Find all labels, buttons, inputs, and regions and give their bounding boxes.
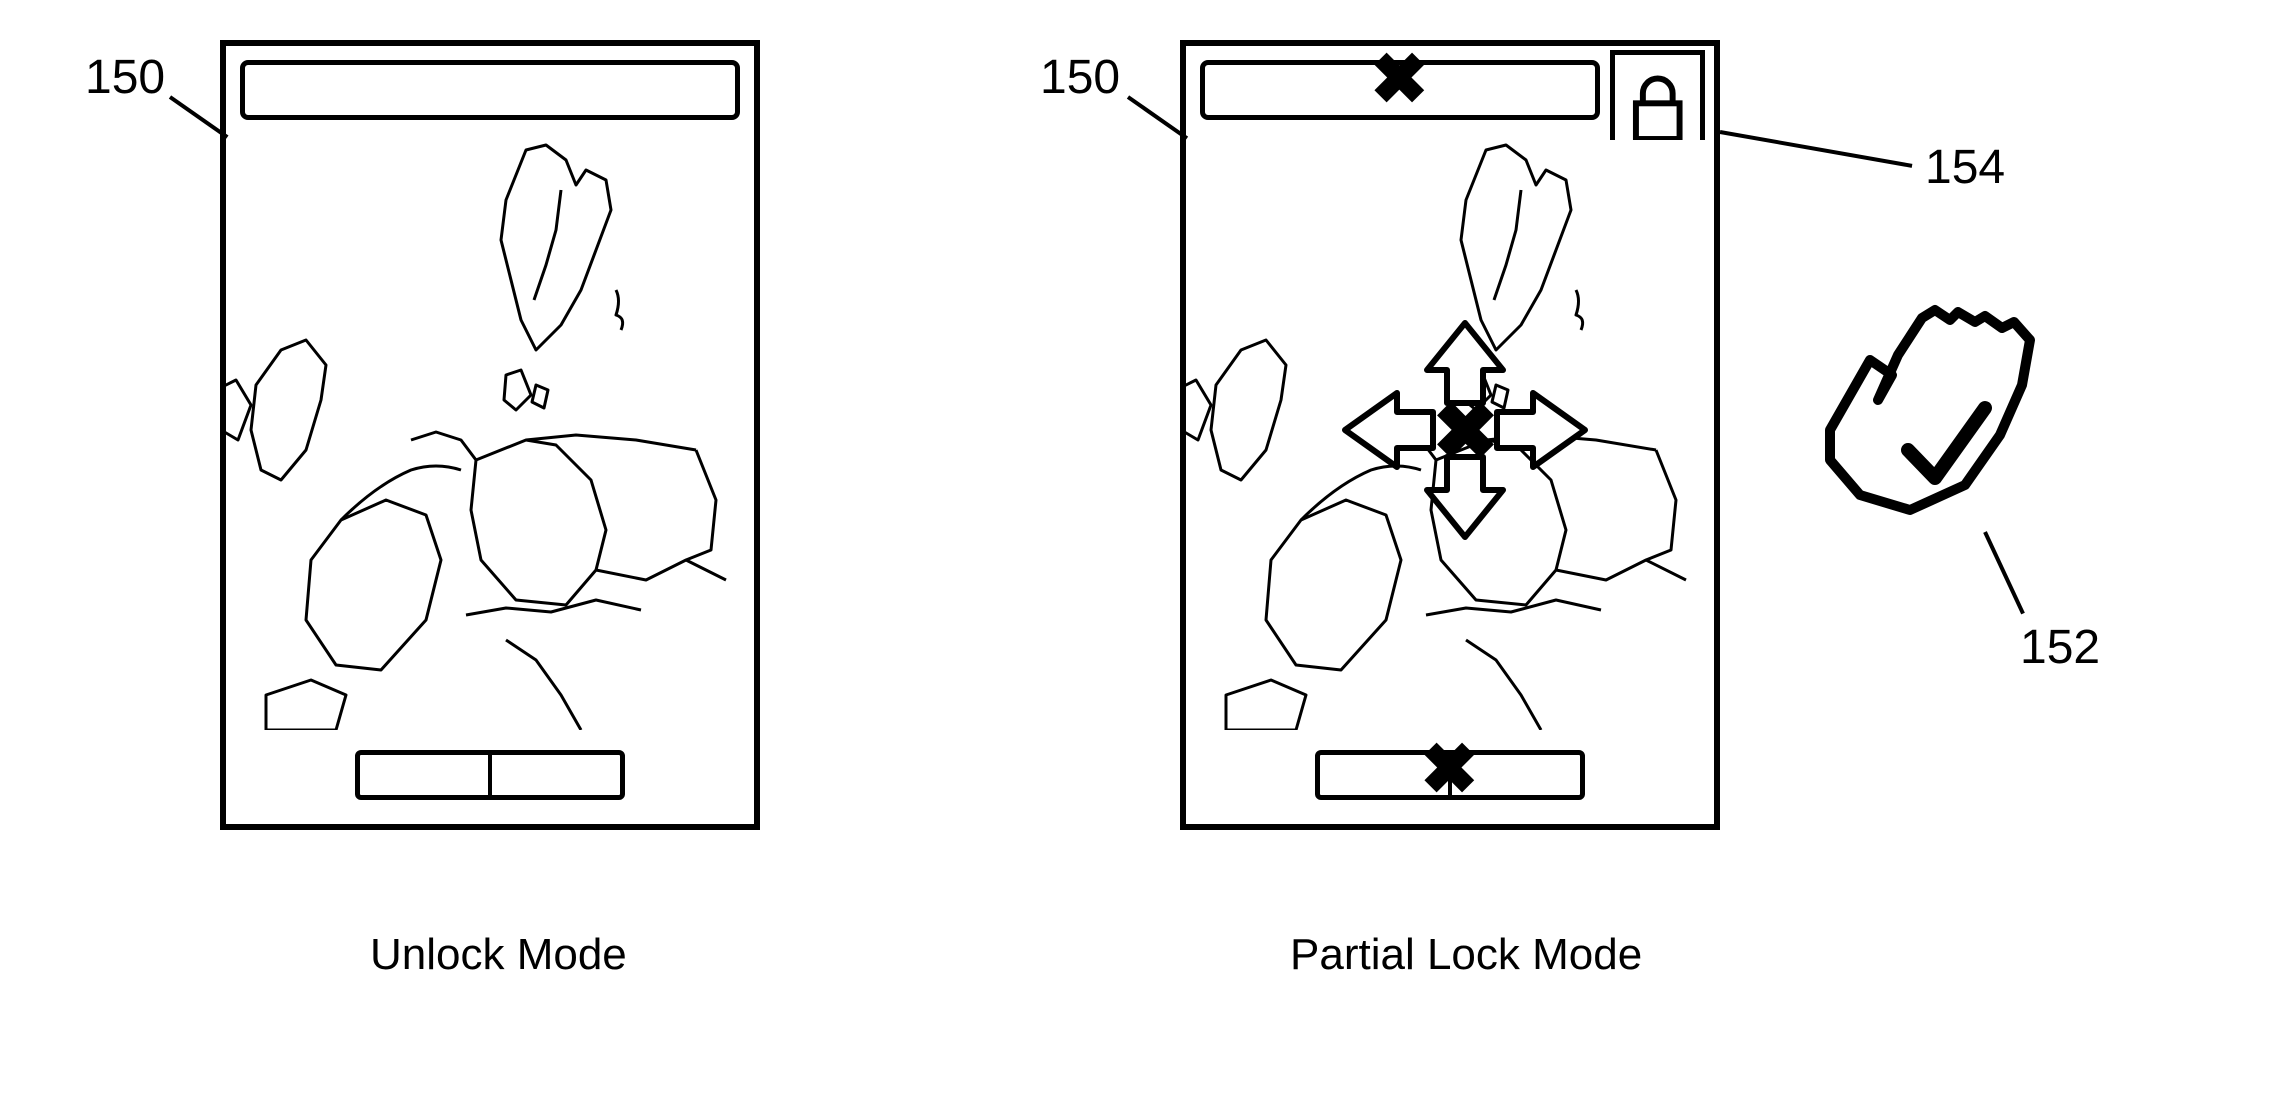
ref-154: 154 xyxy=(1925,140,2005,195)
leader-152 xyxy=(1983,531,2025,614)
ref-150-right: 150 xyxy=(1040,50,1120,105)
leader-150-right xyxy=(1127,95,1188,140)
leader-154 xyxy=(1720,130,1913,168)
bottom-button-left-2[interactable] xyxy=(492,755,620,795)
map-area-left[interactable] xyxy=(226,140,754,730)
ref-150-left: 150 xyxy=(85,50,165,105)
search-bar-left[interactable] xyxy=(240,60,740,120)
ref-152: 152 xyxy=(2020,620,2100,675)
caption-unlock: Unlock Mode xyxy=(370,930,627,980)
x-icon-center: ✖ xyxy=(1432,385,1499,478)
caption-partial-lock: Partial Lock Mode xyxy=(1290,930,1642,980)
bottom-button-left-1[interactable] xyxy=(360,755,488,795)
diagram-canvas: 150 Unlock Mode ✖ xyxy=(0,0,2280,1102)
device-partial-lock: ✖ xyxy=(1180,40,1720,830)
device-unlock-mode xyxy=(220,40,760,830)
x-icon-top: ✖ xyxy=(1370,38,1429,120)
lock-icon xyxy=(1628,69,1688,152)
hand-pointer-icon xyxy=(1790,300,2050,530)
bottom-button-bar-left[interactable] xyxy=(355,750,625,800)
europe-map-left xyxy=(226,140,754,730)
x-icon-bottom: ✖ xyxy=(1420,728,1479,810)
